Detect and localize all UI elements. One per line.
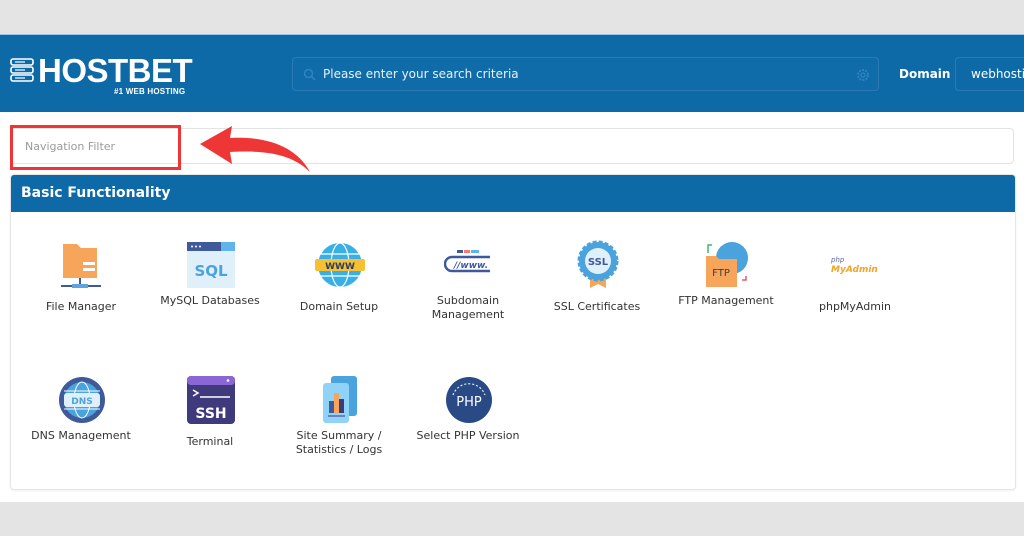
bottom-margin [0, 502, 1024, 536]
ssh-terminal-icon: SSH [187, 376, 235, 424]
brand-name: HOSTBET [38, 52, 193, 89]
navigation-filter-input[interactable] [25, 129, 325, 163]
svg-text:SSH: SSH [195, 406, 226, 422]
search-icon [303, 68, 316, 81]
section-title: Basic Functionality [11, 175, 1015, 212]
top-margin [0, 0, 1024, 34]
tool-site-summary[interactable]: Site Summary / Statistics / Logs [279, 375, 399, 495]
svg-text:FTP: FTP [712, 268, 730, 279]
tool-select-php-version[interactable]: PHP Select PHP Version [408, 375, 528, 495]
tool-label: MySQL Databases [160, 294, 260, 307]
svg-text:SSL: SSL [588, 257, 609, 268]
tool-phpmyadmin[interactable]: php MyAdmin phpMyAdmin [795, 240, 915, 360]
header-bar: HOSTBET #1 WEB HOSTING Domain webhosting [0, 34, 1024, 112]
dns-globe-icon: DNS [59, 377, 105, 423]
tool-label: DNS Management [31, 429, 131, 442]
svg-text:DNS: DNS [71, 397, 93, 407]
search-input[interactable] [323, 58, 843, 90]
statistics-icon [323, 376, 357, 423]
tool-label: File Manager [45, 300, 117, 313]
tool-label: Terminal [186, 435, 234, 448]
mysql-icon: SQL [187, 242, 235, 288]
navigation-filter[interactable] [10, 128, 1014, 164]
basic-functionality-panel: Basic Functionality File Manager SQL MyS… [10, 174, 1016, 490]
tool-label: FTP Management [678, 294, 774, 307]
tool-terminal[interactable]: SSH Terminal [150, 375, 270, 495]
file-manager-icon [61, 244, 101, 288]
tool-label: Select PHP Version [416, 429, 520, 442]
ssl-badge-icon: SSL [577, 240, 619, 288]
tool-label: Domain Setup [299, 300, 379, 313]
svg-text:WWW: WWW [325, 262, 355, 272]
tool-file-manager[interactable]: File Manager [21, 240, 141, 360]
tool-subdomain-management[interactable]: //www. Subdomain Management [408, 240, 528, 360]
brand-tagline: #1 WEB HOSTING [114, 87, 186, 96]
main-content: Basic Functionality File Manager [0, 112, 1024, 502]
gear-icon[interactable] [856, 68, 870, 82]
www-globe-icon: WWW [315, 242, 365, 288]
tool-label: Site Summary / Statistics / Logs [295, 429, 383, 456]
domain-label: Domain [899, 67, 951, 81]
svg-text:SQL: SQL [194, 262, 228, 280]
tool-label: SSL Certificates [553, 300, 641, 313]
svg-text:MyAdmin: MyAdmin [831, 265, 878, 275]
svg-text:PHP: PHP [456, 395, 482, 410]
global-search[interactable] [292, 57, 879, 91]
subdomain-icon: //www. [444, 250, 490, 273]
domain-select[interactable]: webhosting [955, 57, 1024, 91]
tool-mysql-databases[interactable]: SQL MySQL Databases [150, 240, 270, 360]
php-version-icon: PHP [446, 377, 492, 423]
tool-domain-setup[interactable]: WWW Domain Setup [279, 240, 399, 360]
svg-text://www.: //www. [453, 261, 488, 271]
tool-ftp-management[interactable]: FTP FTP Management [666, 240, 786, 360]
server-stack-icon [10, 58, 34, 82]
phpmyadmin-icon: php MyAdmin [831, 256, 878, 275]
svg-text:php: php [831, 256, 845, 264]
ftp-icon: FTP [706, 242, 748, 287]
tool-label: Subdomain Management [431, 294, 505, 321]
tool-ssl-certificates[interactable]: SSL SSL Certificates [537, 240, 657, 360]
brand-logo[interactable]: HOSTBET #1 WEB HOSTING [10, 52, 200, 101]
tool-label: phpMyAdmin [819, 300, 891, 313]
tool-dns-management[interactable]: DNS DNS Management [21, 375, 141, 495]
